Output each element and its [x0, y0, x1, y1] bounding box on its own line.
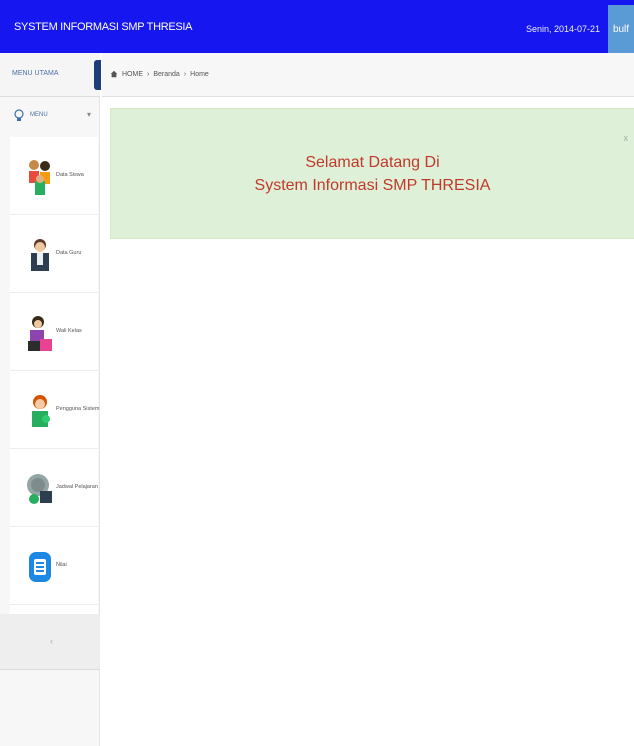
user-icon — [32, 395, 50, 427]
breadcrumb-separator: › — [183, 70, 187, 78]
sidebar-header: MENU UTAMA — [0, 53, 100, 97]
welcome-heading: Selamat Datang Di — [305, 154, 440, 171]
sidebar-collapse-bar[interactable]: ‹ — [0, 614, 100, 670]
sidebar-toggle-button[interactable] — [94, 60, 101, 90]
homeroom-icon — [28, 316, 52, 351]
breadcrumb-bar: HOME › Beranda › Home — [102, 53, 634, 97]
home-icon — [110, 70, 118, 78]
sidebar-item-jadwal[interactable]: Jadwal Pelajaran — [10, 449, 98, 527]
app-title: SYSTEM INFORMASI SMP THRESIA — [14, 21, 193, 33]
sidebar-item-label: Data Siswa — [56, 172, 84, 178]
breadcrumb-home[interactable]: HOME — [122, 71, 143, 78]
sidebar-item-pengguna[interactable]: Pengguna Sistem — [10, 371, 100, 449]
sidebar-item-nilai[interactable]: Nilai — [10, 527, 98, 605]
sidebar-item-label: Nilai — [56, 562, 67, 568]
sidebar-item-data-guru[interactable]: Data Guru — [10, 215, 98, 293]
sidebar-item-wali-kelas[interactable]: Wali Kelas — [10, 293, 98, 371]
sidebar-item-label: Pengguna Sistem — [56, 406, 100, 412]
sidebar-item-label: Wali Kelas — [56, 328, 82, 334]
grades-icon — [29, 552, 51, 582]
sidebar-item-data-siswa[interactable]: Data Siswa — [10, 137, 98, 215]
welcome-subheading: System Informasi SMP THRESIA — [254, 177, 491, 194]
lightbulb-icon — [14, 109, 24, 121]
sidebar-item-label: Jadwal Pelajaran — [56, 484, 98, 490]
chevron-down-icon: ▾ — [87, 110, 92, 119]
user-menu-button[interactable]: bulf — [608, 5, 634, 53]
collapse-icon: ‹ — [50, 636, 53, 646]
top-header: SYSTEM INFORMASI SMP THRESIA Senin, 2014… — [0, 0, 634, 53]
welcome-alert: x Selamat Datang Di System Informasi SMP… — [110, 108, 634, 239]
students-icon — [29, 160, 50, 195]
breadcrumb-beranda[interactable]: Beranda — [153, 71, 179, 78]
sidebar: MENU ▾ Data Siswa Data Guru Wali Kelas P… — [0, 97, 100, 746]
menu-list: Data Siswa Data Guru Wali Kelas Pengguna… — [10, 137, 100, 614]
teacher-icon — [31, 239, 49, 271]
breadcrumb-separator: › — [147, 70, 150, 78]
sidebar-item-label: Data Guru — [56, 250, 82, 256]
header-date: Senin, 2014-07-21 — [525, 24, 600, 34]
menu-section-header[interactable]: MENU ▾ — [0, 97, 100, 137]
close-icon[interactable]: x — [624, 133, 629, 143]
breadcrumb-current: Home — [190, 70, 209, 78]
sidebar-title: MENU UTAMA — [12, 70, 59, 77]
schedule-icon — [27, 474, 52, 504]
breadcrumb: HOME › Beranda › Home — [110, 70, 209, 78]
menu-section-label: MENU — [30, 112, 48, 118]
